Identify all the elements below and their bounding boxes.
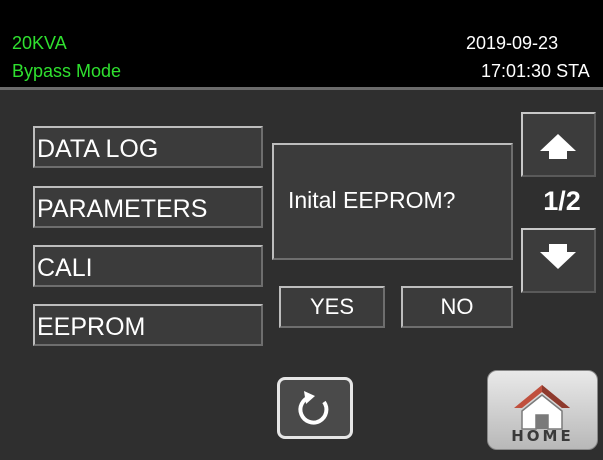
menu-item-cali[interactable]: CALI xyxy=(33,245,263,287)
page-down-button[interactable] xyxy=(521,228,596,293)
home-label: HOME xyxy=(511,427,574,445)
ups-display-screen: 20KVA Bypass Mode 2019-09-23 17:01:30 ST… xyxy=(0,0,603,460)
refresh-icon xyxy=(298,391,329,425)
page-up-button[interactable] xyxy=(521,112,596,177)
menu-item-label: PARAMETERS xyxy=(37,194,208,223)
arrow-down-icon xyxy=(540,244,576,269)
yes-button[interactable]: YES xyxy=(279,286,385,328)
confirm-dialog: Inital EEPROM? xyxy=(272,143,513,260)
mode-label: Bypass Mode xyxy=(12,61,122,81)
menu-item-label: DATA LOG xyxy=(37,134,159,163)
time-label: 17:01:30 STA xyxy=(481,61,590,81)
menu-item-parameters[interactable]: PARAMETERS xyxy=(33,186,263,228)
dialog-message: Inital EEPROM? xyxy=(288,187,456,213)
date-label: 2019-09-23 xyxy=(466,33,559,53)
model-label: 20KVA xyxy=(12,33,67,53)
arrow-up-icon xyxy=(540,134,576,159)
no-button[interactable]: NO xyxy=(401,286,513,328)
refresh-button[interactable] xyxy=(277,377,353,439)
page-indicator: 1/2 xyxy=(543,186,581,216)
menu-item-eeprom[interactable]: EEPROM xyxy=(33,304,263,346)
menu-item-data-log[interactable]: DATA LOG xyxy=(33,126,263,168)
menu-item-label: EEPROM xyxy=(37,312,146,341)
home-button[interactable]: HOME xyxy=(487,370,598,450)
menu-item-label: CALI xyxy=(37,253,93,282)
